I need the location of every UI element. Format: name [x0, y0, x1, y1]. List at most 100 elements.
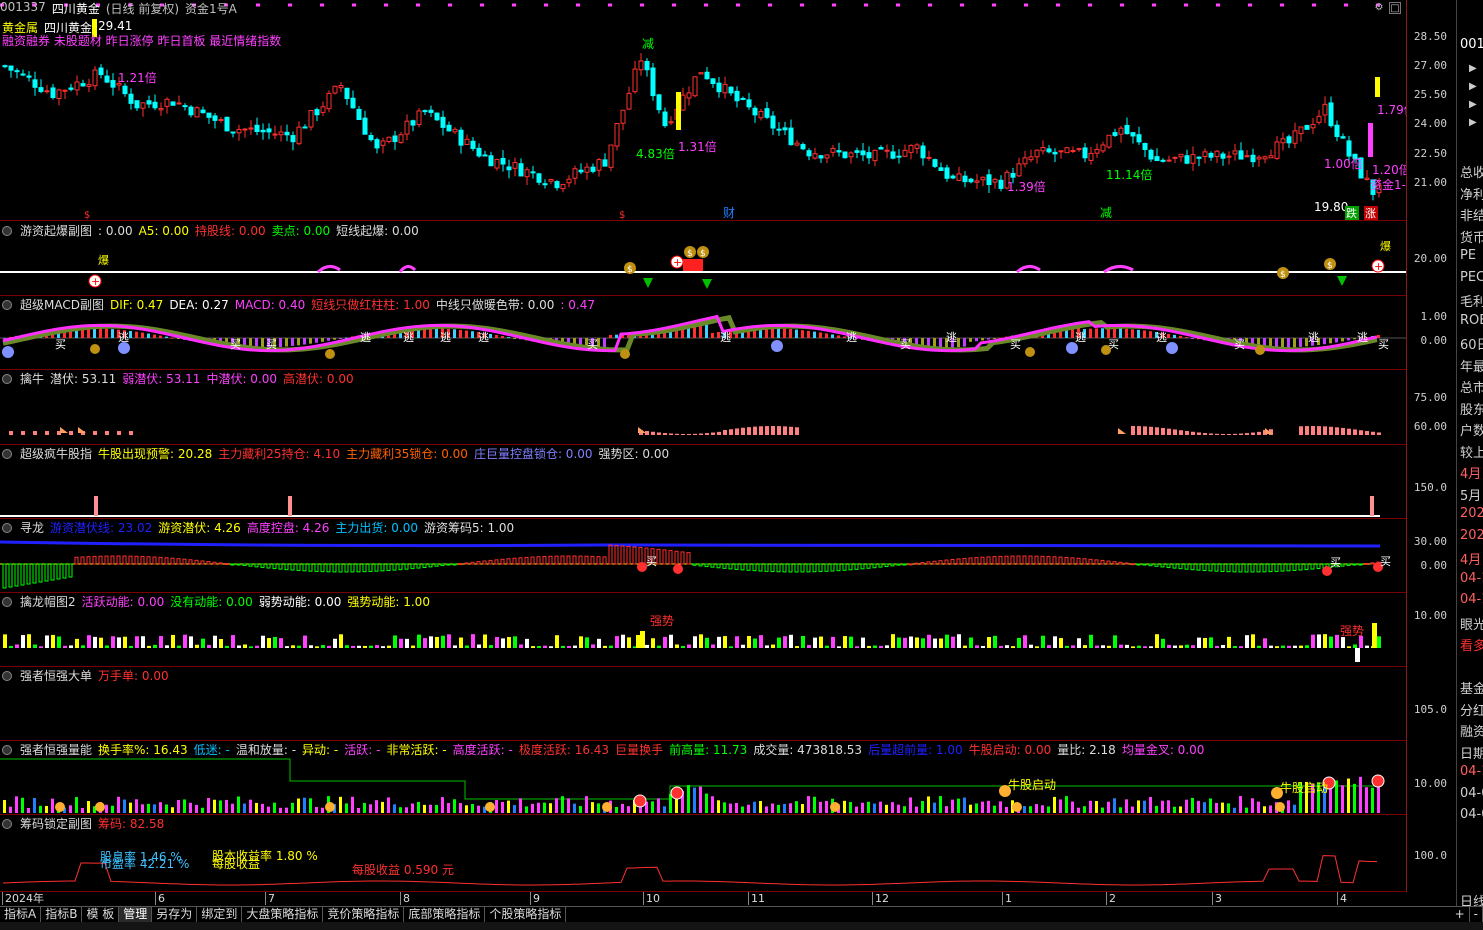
panel-value: 游资潜伏线: 23.02	[50, 521, 153, 535]
bar	[1209, 433, 1213, 435]
candle-body	[812, 153, 818, 159]
panel-settings-icon[interactable]	[2, 226, 12, 236]
right-panel-top-code: 001	[1460, 37, 1483, 52]
candle-body	[470, 140, 476, 149]
tab-0[interactable]: 指标A	[0, 907, 42, 923]
candle-body	[218, 119, 224, 122]
tab-8[interactable]: 底部策略指标	[404, 907, 486, 923]
window-close-icon[interactable]: □	[1389, 2, 1401, 14]
bar	[62, 563, 67, 579]
bar	[111, 805, 114, 813]
candle-body	[986, 174, 992, 186]
bar	[1323, 426, 1327, 435]
panel-p2[interactable]: 逃逃逃逃逃逃逃逃逃逃逃逃买买买买买买买买买超级MACD副图 DIF: 0.47 DE…	[0, 296, 1406, 370]
bar	[15, 796, 18, 813]
panel-name[interactable]: 超级MACD副图	[20, 298, 104, 312]
panel-settings-icon[interactable]	[2, 300, 12, 310]
tab-1[interactable]: 指标B	[41, 907, 83, 923]
bar	[26, 563, 31, 585]
panel-value: DIF: 0.47	[109, 298, 164, 312]
panel-p7[interactable]: 强者恒强大单 万手单: 0.00	[0, 667, 1406, 741]
panel-settings-icon[interactable]	[2, 374, 12, 384]
panel-settings-icon[interactable]	[2, 819, 12, 829]
right-panel-item: 5月	[1460, 488, 1482, 504]
right-panel-item: 户数	[1460, 424, 1483, 439]
bar	[525, 638, 529, 648]
zoom-minus-button[interactable]: -	[1470, 907, 1483, 923]
zoom-add-button[interactable]: +	[1451, 907, 1470, 923]
bar	[1095, 800, 1098, 813]
bar	[957, 798, 960, 813]
bar	[1371, 431, 1375, 435]
tab-6[interactable]: 大盘策略指标	[242, 907, 324, 923]
candle-body	[638, 60, 644, 71]
bar	[495, 800, 498, 813]
bar	[255, 802, 258, 813]
date-tick: 7	[265, 892, 275, 905]
signal-icon	[670, 786, 684, 800]
bar	[567, 798, 570, 813]
bar	[879, 801, 882, 813]
panel-name[interactable]: 游资起爆副图	[20, 224, 92, 238]
panel-name[interactable]: 超级疯牛股指	[20, 447, 92, 461]
bar	[885, 645, 889, 648]
tab-5[interactable]: 绑定到	[197, 907, 243, 923]
panel-p1[interactable]: + + + 爆爆 $ $ $ $ $ 游资起爆副图: 0.00 A5: 0.00 持股线: 0.00 卖…	[0, 222, 1406, 296]
panel-settings-icon[interactable]	[2, 523, 12, 533]
tab-3[interactable]: 管理	[119, 907, 153, 923]
candle-body	[902, 149, 908, 157]
face-icon	[118, 342, 130, 354]
candle-body	[1154, 156, 1160, 162]
bar	[543, 802, 546, 813]
bar	[669, 634, 673, 648]
panel-settings-icon[interactable]	[2, 597, 12, 607]
panel-name[interactable]: 擒龙帽图2	[20, 595, 76, 609]
panel-settings-icon[interactable]	[2, 671, 12, 681]
bar	[831, 334, 834, 338]
panel-p6[interactable]: 强势 强势 擒龙帽图2 活跃动能: 0.00 没有动能: 0.00 弱势动能: 0.00 强…	[0, 593, 1406, 667]
panel-p5[interactable]: 买 买 买 寻龙 游资潜伏线: 23.02 游资潜伏: 4.26 高度控盘: 4.26 主力出…	[0, 519, 1406, 593]
bar	[993, 805, 996, 813]
bar	[627, 806, 630, 813]
panel-name[interactable]: 强者恒强量能	[20, 743, 92, 757]
bar	[339, 338, 342, 339]
panel-name[interactable]: 强者恒强大单	[20, 669, 92, 683]
bar	[1340, 563, 1345, 567]
panel-p4[interactable]: 超级疯牛股指 牛股出现预警: 20.28 主力藏利25持仓: 4.10 主力藏利35锁…	[0, 445, 1406, 519]
candle-body	[938, 167, 944, 171]
candle-body	[74, 81, 80, 91]
candle-body	[380, 140, 386, 146]
bar	[129, 802, 132, 813]
bar	[357, 807, 360, 813]
bar	[291, 338, 294, 346]
panel-p9[interactable]: 股息率 1.46 % 市盈率 42.21 % 股本收益率 1.80 % 每股收益 每股收…	[0, 815, 1406, 892]
bar	[1179, 645, 1183, 648]
panel-name[interactable]: 寻龙	[20, 521, 44, 535]
bar	[171, 807, 174, 813]
panel-p8[interactable]: 牛股启动 牛股启动 强者恒强量能 换手率%: 16.43 低迷: - 温和放量: - 异动:…	[0, 741, 1406, 815]
bar	[621, 634, 625, 648]
chart-area[interactable]: 1.21倍 4.83倍1.31倍 1.39倍 11.14倍 1.00倍 1.79倍 1.20…	[0, 0, 1406, 905]
tab-7[interactable]: 竞价策略指标	[323, 907, 405, 923]
bar	[1221, 802, 1224, 813]
bar	[38, 563, 43, 583]
tab-2[interactable]: 模 板	[82, 907, 120, 923]
bar	[1088, 558, 1093, 565]
panel-p3[interactable]: 擒牛 潜伏: 53.11 弱潜伏: 53.11 中潜伏: 0.00 高潜伏: 0.00	[0, 370, 1406, 445]
mark-bao: 爆	[1380, 239, 1391, 253]
panel-name[interactable]: 擒牛	[20, 372, 44, 386]
panel-settings-icon[interactable]	[2, 449, 12, 459]
bar	[843, 800, 846, 813]
tab-4[interactable]: 另存为	[152, 907, 198, 923]
panel-settings-icon[interactable]	[2, 745, 12, 755]
right-panel-nav[interactable]: ▶ ▶ ▶ ▶	[1469, 60, 1477, 132]
period-label[interactable]: (日线 前复权)	[106, 0, 179, 16]
template-name[interactable]: 资金1号A	[185, 0, 237, 16]
window-restore-icon[interactable]: ⚙	[1373, 2, 1385, 14]
tab-9[interactable]: 个股策略指标	[485, 907, 567, 923]
panel-name[interactable]: 筹码锁定副图	[20, 817, 92, 831]
label-multiple: 1.79倍	[1377, 102, 1406, 117]
candle-body	[824, 154, 830, 159]
bar	[477, 644, 481, 648]
bar	[315, 646, 319, 648]
